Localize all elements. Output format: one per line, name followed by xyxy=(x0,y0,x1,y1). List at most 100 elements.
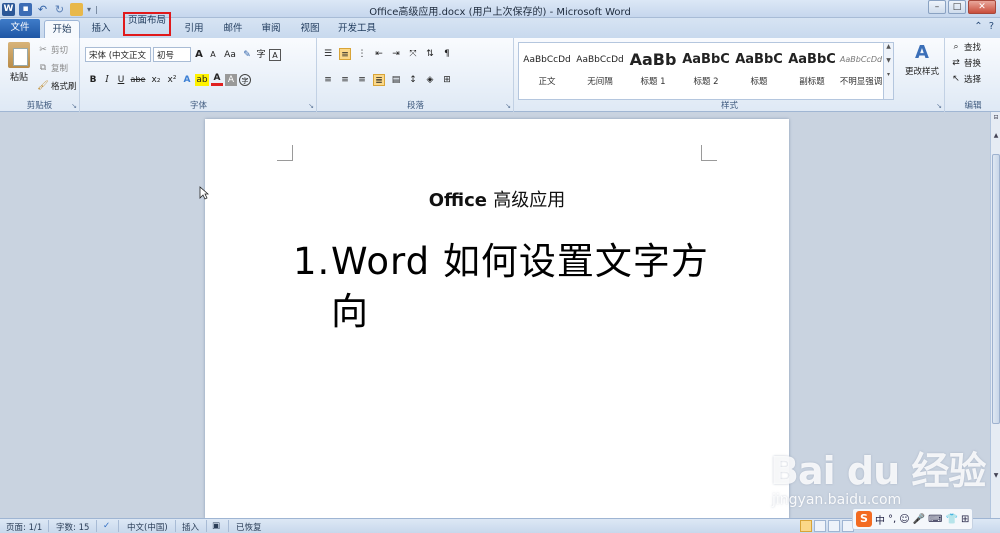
align-center-icon[interactable]: ≡ xyxy=(339,74,351,86)
justify-icon[interactable]: ≣ xyxy=(373,74,385,86)
tab-view[interactable]: 视图 xyxy=(293,20,327,38)
copy-icon: ⧉ xyxy=(39,63,47,73)
document-page[interactable]: Office 高级应用 1. Word 如何设置文字方向 xyxy=(205,119,789,519)
insert-mode[interactable]: 插入 xyxy=(182,521,199,533)
minimize-button[interactable]: – xyxy=(928,0,946,14)
ime-keyboard-icon[interactable]: ⌨ xyxy=(928,514,942,525)
style-item-normal[interactable]: AaBbCcDd 正文 xyxy=(521,45,573,97)
align-right-icon[interactable]: ≡ xyxy=(356,74,368,86)
word-count[interactable]: 字数: 15 xyxy=(56,521,89,533)
italic-button[interactable]: I xyxy=(101,74,113,86)
bullets-icon[interactable]: ☰ xyxy=(322,48,334,60)
group-editing: ⌕ 查找 ⇄ 替换 ↖ 选择 编辑 xyxy=(946,38,1000,112)
style-item-heading1[interactable]: AaBb 标题 1 xyxy=(627,45,679,97)
tab-page-layout[interactable]: 页面布局 xyxy=(123,12,171,36)
enclose-chars-button[interactable]: 字 xyxy=(239,74,251,86)
char-shading-button[interactable]: A xyxy=(225,74,237,86)
line-spacing-icon[interactable]: ↕ xyxy=(407,74,419,86)
styles-launcher-icon[interactable]: ↘ xyxy=(936,102,942,110)
decrease-indent-icon[interactable]: ⇤ xyxy=(373,48,385,60)
ime-user-icon[interactable]: 👕 xyxy=(946,514,958,525)
font-name-select[interactable]: 宋体 (中文正文 xyxy=(85,47,151,62)
superscript-button[interactable]: x² xyxy=(165,74,179,86)
ime-mode-label[interactable]: 中 xyxy=(875,512,885,527)
subscript-button[interactable]: x₂ xyxy=(149,74,163,86)
cut-button[interactable]: ✂ 剪切 xyxy=(37,44,68,56)
find-button[interactable]: ⌕ 查找 xyxy=(950,41,981,53)
paste-icon xyxy=(8,42,30,68)
ribbon-tabs: 文件 开始 插入 页面布局 引用 邮件 审阅 视图 开发工具 ⌃ ? xyxy=(0,12,1000,38)
replace-button[interactable]: ⇄ 替换 xyxy=(950,57,981,69)
paste-button[interactable]: 粘贴 xyxy=(4,42,34,83)
distribute-icon[interactable]: ▤ xyxy=(390,74,402,86)
format-painter-button[interactable]: 🖌 格式刷 xyxy=(37,80,76,92)
style-item-heading2[interactable]: AaBbC 标题 2 xyxy=(680,45,732,97)
phonetic-guide-button[interactable]: 字 xyxy=(255,49,267,61)
char-border-button[interactable]: A xyxy=(269,48,281,61)
tab-mailings[interactable]: 邮件 xyxy=(216,20,250,38)
ribbon-home: 粘贴 ✂ 剪切 ⧉ 复制 🖌 格式刷 剪贴板 ↘ 宋体 (中文正文 初号 A A Aa… xyxy=(0,38,1000,112)
change-styles-icon: A xyxy=(915,42,929,63)
sogou-ime-icon[interactable]: S xyxy=(856,511,872,527)
text-direction-icon[interactable]: ⤧ xyxy=(407,48,419,60)
font-size-select[interactable]: 初号 xyxy=(153,47,191,62)
underline-button[interactable]: U xyxy=(115,74,127,86)
ime-punctuation-icon[interactable]: °, xyxy=(888,514,896,525)
tab-developer[interactable]: 开发工具 xyxy=(333,20,381,38)
align-left-icon[interactable]: ≡ xyxy=(322,74,334,86)
style-item-title[interactable]: AaBbC 标题 xyxy=(733,45,785,97)
paste-label: 粘贴 xyxy=(9,73,28,83)
ime-grid-icon[interactable]: ⊞ xyxy=(961,514,969,525)
highlight-button[interactable]: ab xyxy=(195,74,209,86)
sort-icon[interactable]: ⇅ xyxy=(424,48,436,60)
language-indicator[interactable]: 中文(中国) xyxy=(127,521,168,533)
margin-corner-top-left xyxy=(277,145,293,161)
multilevel-list-icon[interactable]: ⋮ xyxy=(356,48,368,60)
scroll-thumb[interactable] xyxy=(992,154,1000,424)
help-icon[interactable]: ? xyxy=(989,21,994,32)
minimize-ribbon-icon[interactable]: ⌃ xyxy=(974,21,982,32)
ruler-toggle-icon[interactable]: ⊟ xyxy=(991,114,1000,124)
borders-icon[interactable]: ⊞ xyxy=(441,74,453,86)
increase-indent-icon[interactable]: ⇥ xyxy=(390,48,402,60)
text-effect-button[interactable]: A xyxy=(181,74,193,86)
spell-check-icon[interactable]: ✓ xyxy=(103,521,110,531)
tab-insert[interactable]: 插入 xyxy=(84,20,118,38)
tab-file[interactable]: 文件 xyxy=(0,19,40,38)
tab-references[interactable]: 引用 xyxy=(178,20,210,38)
style-item-no-spacing[interactable]: AaBbCcDd 无间隔 xyxy=(574,45,626,97)
change-case-button[interactable]: Aa xyxy=(221,49,239,61)
show-marks-icon[interactable]: ¶ xyxy=(441,48,453,60)
scroll-up-icon[interactable]: ▲ xyxy=(991,132,1000,142)
select-button[interactable]: ↖ 选择 xyxy=(950,73,981,85)
find-icon: ⌕ xyxy=(953,42,959,52)
numbering-icon[interactable]: ≡ xyxy=(339,48,351,60)
style-item-subtitle[interactable]: AaBbC 副标题 xyxy=(786,45,838,97)
clipboard-launcher-icon[interactable]: ↘ xyxy=(71,102,77,110)
maximize-button[interactable]: □ xyxy=(948,0,966,14)
strikethrough-button[interactable]: abe xyxy=(129,74,147,86)
font-launcher-icon[interactable]: ↘ xyxy=(308,102,314,110)
ime-mic-icon[interactable]: 🎤 xyxy=(913,514,925,525)
font-color-button[interactable]: A xyxy=(211,74,223,86)
full-screen-view-icon[interactable] xyxy=(814,520,826,532)
print-layout-view-icon[interactable] xyxy=(800,520,812,532)
paragraph-launcher-icon[interactable]: ↘ xyxy=(505,102,511,110)
ime-emoji-icon[interactable]: ☺ xyxy=(899,514,909,525)
close-button[interactable]: ✕ xyxy=(968,0,996,14)
change-styles-button[interactable]: A 更改样式 xyxy=(902,42,942,77)
tab-home[interactable]: 开始 xyxy=(44,20,80,38)
gallery-scroll[interactable]: ▲ ▼ ▾ xyxy=(883,43,893,99)
bold-button[interactable]: B xyxy=(87,74,99,86)
ribbon-right-controls: ⌃ ? xyxy=(974,21,994,32)
shading-icon[interactable]: ◈ xyxy=(424,74,436,86)
tab-review[interactable]: 审阅 xyxy=(254,20,288,38)
style-item-subtle-emphasis[interactable]: AaBbCcDd 不明显强调 xyxy=(837,45,885,97)
macro-record-icon[interactable]: ▣ xyxy=(212,521,220,531)
web-layout-view-icon[interactable] xyxy=(828,520,840,532)
clear-formatting-icon[interactable]: ✎ xyxy=(241,49,253,61)
copy-button[interactable]: ⧉ 复制 xyxy=(37,62,68,74)
shrink-font-button[interactable]: A xyxy=(207,49,219,61)
grow-font-button[interactable]: A xyxy=(193,49,205,61)
page-count[interactable]: 页面: 1/1 xyxy=(6,521,42,533)
